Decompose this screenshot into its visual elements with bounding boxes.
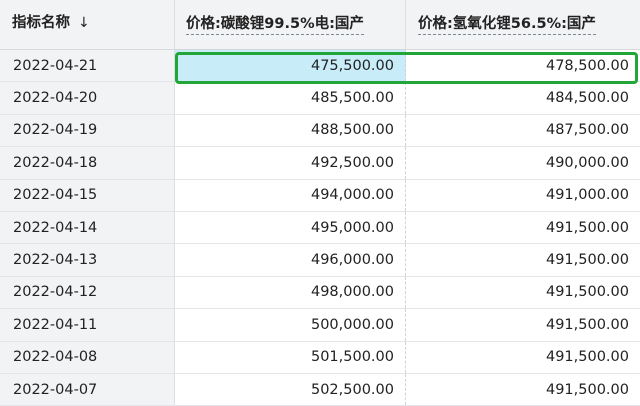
lithium-carbonate-cell[interactable]: 498,000.00 bbox=[175, 276, 406, 309]
column-header-lithium-hydroxide[interactable]: 价格:氢氧化锂56.5%:国产 bbox=[406, 0, 640, 49]
lithium-carbonate-cell[interactable]: 500,000.00 bbox=[175, 309, 406, 341]
date-cell[interactable]: 2022-04-20 bbox=[0, 82, 175, 114]
lithium-carbonate-cell[interactable]: 502,500.00 bbox=[175, 373, 406, 406]
date-cell[interactable]: 2022-04-21 bbox=[0, 50, 175, 82]
lithium-carbonate-cell[interactable]: 485,500.00 bbox=[175, 82, 406, 114]
lithium-carbonate-cell[interactable]: 494,000.00 bbox=[175, 179, 406, 211]
lithium-hydroxide-cell[interactable]: 478,500.00 bbox=[406, 50, 640, 81]
column-header-lithium-carbonate-label: 价格:碳酸锂99.5%电:国产 bbox=[186, 16, 364, 35]
table-row: 2022-04-20 485,500.00 484,500.00 bbox=[0, 82, 640, 115]
lithium-hydroxide-cell[interactable]: 491,500.00 bbox=[406, 277, 640, 308]
lithium-hydroxide-cell[interactable]: 490,000.00 bbox=[406, 147, 640, 178]
table-row: 2022-04-08 501,500.00 491,500.00 bbox=[0, 341, 640, 374]
date-cell[interactable]: 2022-04-11 bbox=[0, 309, 175, 341]
lithium-carbonate-cell[interactable]: 496,000.00 bbox=[175, 244, 406, 276]
date-cell[interactable]: 2022-04-07 bbox=[0, 373, 175, 406]
lithium-hydroxide-cell[interactable]: 491,000.00 bbox=[406, 180, 640, 211]
column-header-lithium-hydroxide-label: 价格:氢氧化锂56.5%:国产 bbox=[418, 16, 596, 35]
lithium-carbonate-cell[interactable]: 501,500.00 bbox=[175, 341, 406, 373]
table-row: 2022-04-13 496,000.00 491,500.00 bbox=[0, 244, 640, 277]
lithium-carbonate-cell[interactable]: 492,500.00 bbox=[175, 147, 406, 179]
date-cell[interactable]: 2022-04-18 bbox=[0, 147, 175, 179]
lithium-carbonate-cell[interactable]: 495,000.00 bbox=[175, 211, 406, 244]
date-cell[interactable]: 2022-04-19 bbox=[0, 114, 175, 147]
date-cell[interactable]: 2022-04-14 bbox=[0, 211, 175, 244]
date-cell[interactable]: 2022-04-08 bbox=[0, 341, 175, 373]
column-header-name-label: 指标名称 bbox=[12, 15, 70, 31]
table-row: 2022-04-11 500,000.00 491,500.00 bbox=[0, 309, 640, 342]
table-row: 2022-04-21 475,500.00 478,500.00 bbox=[0, 50, 640, 83]
lithium-hydroxide-cell[interactable]: 491,500.00 bbox=[406, 342, 640, 373]
lithium-carbonate-cell[interactable]: 488,500.00 bbox=[175, 114, 406, 147]
lithium-hydroxide-cell[interactable]: 491,500.00 bbox=[406, 374, 640, 405]
date-cell[interactable]: 2022-04-12 bbox=[0, 276, 175, 309]
column-header-name[interactable]: 指标名称 ↓ bbox=[0, 0, 175, 49]
table-row: 2022-04-07 502,500.00 491,500.00 bbox=[0, 373, 640, 406]
date-cell[interactable]: 2022-04-13 bbox=[0, 244, 175, 276]
lithium-hydroxide-cell[interactable]: 484,500.00 bbox=[406, 82, 640, 113]
date-cell[interactable]: 2022-04-15 bbox=[0, 179, 175, 211]
lithium-hydroxide-cell[interactable]: 487,500.00 bbox=[406, 115, 640, 146]
lithium-carbonate-cell[interactable]: 475,500.00 bbox=[175, 50, 406, 82]
table-row: 2022-04-18 492,500.00 490,000.00 bbox=[0, 147, 640, 180]
sort-down-icon[interactable]: ↓ bbox=[78, 15, 90, 31]
table-header: 指标名称 ↓ 价格:碳酸锂99.5%电:国产 价格:氢氧化锂56.5%:国产 bbox=[0, 0, 640, 50]
table-body: 2022-04-21 475,500.00 478,500.00 2022-04… bbox=[0, 50, 640, 406]
table-row: 2022-04-12 498,000.00 491,500.00 bbox=[0, 276, 640, 310]
table-row: 2022-04-19 488,500.00 487,500.00 bbox=[0, 114, 640, 148]
lithium-hydroxide-cell[interactable]: 491,500.00 bbox=[406, 244, 640, 275]
lithium-hydroxide-cell[interactable]: 491,500.00 bbox=[406, 212, 640, 243]
data-table: 指标名称 ↓ 价格:碳酸锂99.5%电:国产 价格:氢氧化锂56.5%:国产 20… bbox=[0, 0, 640, 406]
table-row: 2022-04-14 495,000.00 491,500.00 bbox=[0, 211, 640, 245]
lithium-hydroxide-cell[interactable]: 491,500.00 bbox=[406, 309, 640, 340]
column-header-lithium-carbonate[interactable]: 价格:碳酸锂99.5%电:国产 bbox=[175, 0, 406, 49]
table-row: 2022-04-15 494,000.00 491,000.00 bbox=[0, 179, 640, 212]
